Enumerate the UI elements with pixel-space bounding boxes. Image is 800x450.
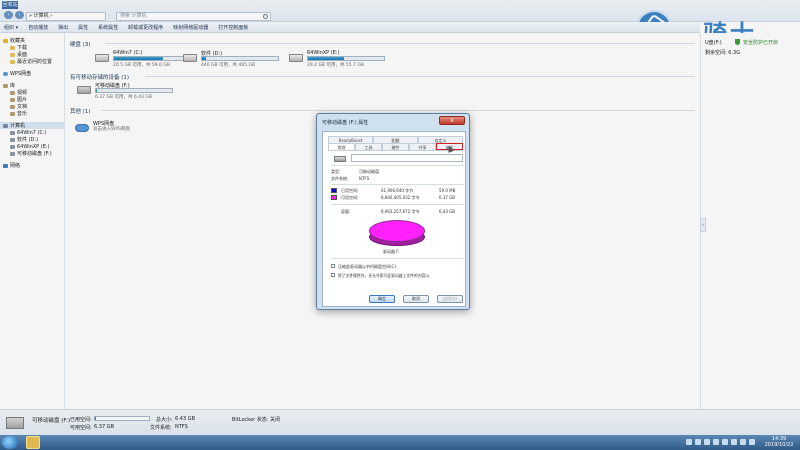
drive-caption: 驱动器 F: (383, 249, 400, 254)
tabs-row-top: ReadyBoost 配额 自定义 (328, 136, 463, 143)
free-size: 6.37 GB (439, 195, 456, 200)
tray-icon[interactable] (686, 439, 692, 445)
tab-tools[interactable]: 工具 (355, 143, 382, 150)
input-method-icon[interactable] (731, 439, 737, 445)
free-bytes: 6,840,405,032 字节 (381, 195, 420, 200)
close-button[interactable]: x (439, 116, 465, 125)
taskbar: 14:39 2019/10/22 (0, 435, 800, 450)
index-label: 除了文件属性外，还允许索引此驱动器上文件的内容(I) (338, 273, 430, 278)
used-size: 59.0 MB (439, 188, 456, 193)
tabs-row-bottom: 常规 工具 硬件 共享 安全 (328, 143, 463, 150)
clock-date: 2019/10/22 (764, 442, 794, 448)
separator (331, 258, 464, 259)
explorer-taskbar-icon[interactable] (26, 436, 40, 449)
properties-dialog: 可移动磁盘 (F:) 属性 x ReadyBoost 配额 自定义 常规 工具 … (316, 113, 470, 310)
fs-value: NTFS (359, 176, 370, 181)
tab-customize[interactable]: 自定义 (418, 136, 463, 143)
volume-label-input[interactable] (351, 154, 463, 162)
fs-label: 文件系统: (331, 176, 349, 181)
usb-drive-icon (334, 156, 346, 162)
dialog-title: 可移动磁盘 (F:) 属性 (322, 120, 369, 126)
capacity-label: 容量: (341, 209, 351, 214)
speaker-icon[interactable] (749, 439, 755, 445)
used-bytes: 61,906,640 字节 (381, 188, 414, 193)
volume-icon[interactable] (722, 439, 728, 445)
apply-button[interactable]: 应用(A) (437, 295, 463, 303)
usage-pie-chart (369, 220, 425, 248)
start-button[interactable] (2, 436, 18, 449)
capacity-bytes: 6,903,257,672 字节 (381, 209, 420, 214)
tab-general[interactable]: 常规 (328, 143, 355, 150)
used-space-swatch (331, 188, 337, 193)
compress-checkbox[interactable] (331, 264, 335, 268)
free-space-swatch (331, 195, 337, 200)
flag-icon[interactable] (740, 439, 746, 445)
network-tray-icon[interactable] (713, 439, 719, 445)
pie-chart-top (369, 220, 425, 242)
tray-icon[interactable] (704, 439, 710, 445)
compress-label: 压缩此驱动器以节约磁盘空间(C) (338, 264, 396, 269)
separator (331, 184, 464, 185)
system-tray (686, 439, 755, 445)
tab-quota[interactable]: 配额 (373, 136, 418, 143)
used-label: 已用空间: (341, 188, 359, 193)
tab-hardware[interactable]: 硬件 (382, 143, 409, 150)
capacity-size: 6.43 GB (439, 209, 456, 214)
separator (331, 204, 464, 205)
ok-button[interactable]: 确定 (369, 295, 395, 303)
free-label: 可用空间: (341, 195, 359, 200)
type-label: 类型: (331, 169, 341, 174)
separator (331, 165, 464, 166)
dialog-body: ReadyBoost 配额 自定义 常规 工具 硬件 共享 安全 类型: 可移动… (322, 131, 466, 307)
index-checkbox[interactable] (331, 273, 335, 277)
tray-icon[interactable] (695, 439, 701, 445)
taskbar-clock[interactable]: 14:39 2019/10/22 (760, 436, 798, 448)
tab-sharing[interactable]: 共享 (409, 143, 436, 150)
type-value: 可移动磁盘 (359, 169, 379, 174)
tab-readyboost[interactable]: ReadyBoost (328, 136, 373, 143)
cancel-button[interactable]: 取消 (403, 295, 429, 303)
tabs-divider (328, 150, 463, 151)
